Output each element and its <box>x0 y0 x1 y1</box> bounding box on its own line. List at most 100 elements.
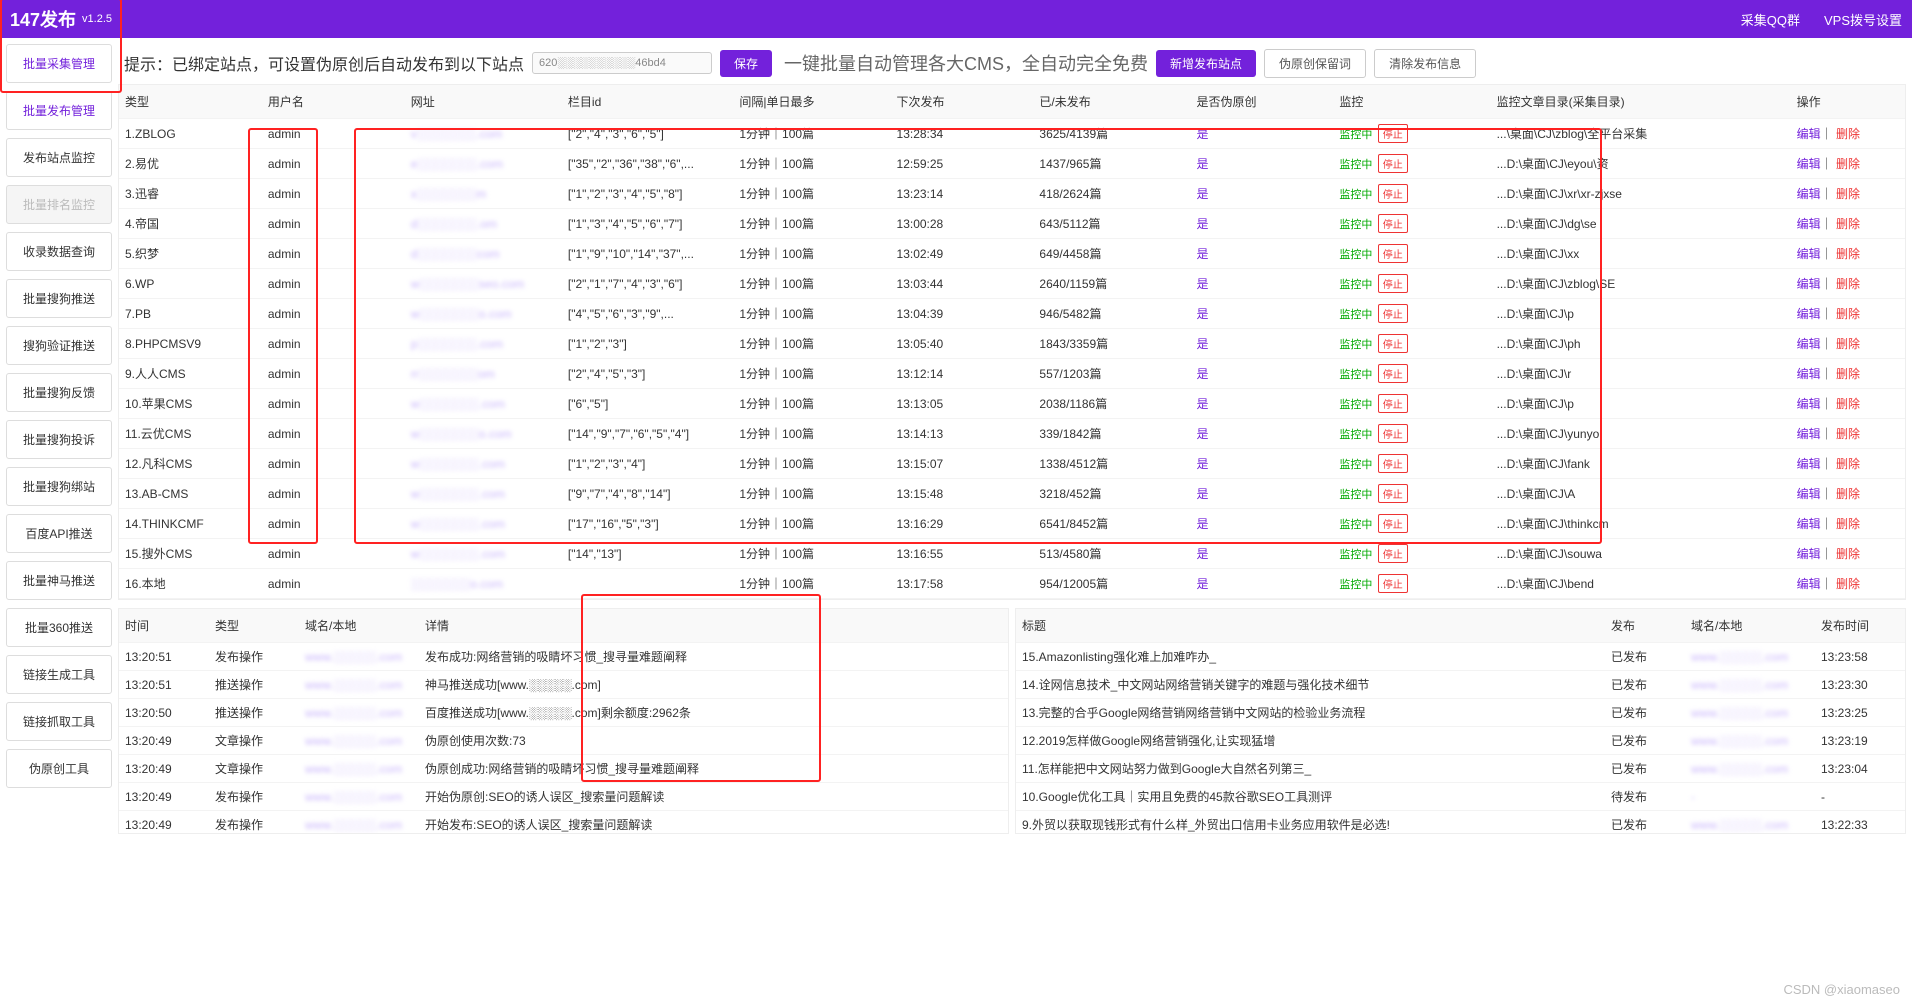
stop-button[interactable]: 停止 <box>1378 274 1408 293</box>
stop-button[interactable]: 停止 <box>1378 544 1408 563</box>
stop-button[interactable]: 停止 <box>1378 364 1408 383</box>
add-site-button[interactable]: 新增发布站点 <box>1156 50 1256 77</box>
sidebar-item-10[interactable]: 百度API推送 <box>6 514 112 553</box>
col-header: 间隔|单日最多 <box>733 85 890 119</box>
edit-link[interactable]: 编辑 <box>1797 187 1821 201</box>
table-row: 6.WPadminw░░░░░░░seo.com["2","1","7","4"… <box>119 269 1905 299</box>
edit-link[interactable]: 编辑 <box>1797 217 1821 231</box>
edit-link[interactable]: 编辑 <box>1797 157 1821 171</box>
sidebar-item-12[interactable]: 批量360推送 <box>6 608 112 647</box>
watermark: CSDN @xiaomaseo <box>1783 982 1900 997</box>
list-item: 13:20:51推送操作www.░░░░░.com神马推送成功[www.░░░░… <box>119 671 1008 699</box>
sidebar-item-14[interactable]: 链接抓取工具 <box>6 702 112 741</box>
delete-link[interactable]: 删除 <box>1836 127 1860 141</box>
table-row: 14.THINKCMFadminw░░░░░░░.com["17","16","… <box>119 509 1905 539</box>
site-table: 类型用户名网址栏目id间隔|单日最多下次发布已/未发布是否伪原创监控监控文章目录… <box>118 84 1906 600</box>
sidebar-item-9[interactable]: 批量搜狗绑站 <box>6 467 112 506</box>
link-qq-group[interactable]: 采集QQ群 <box>1741 10 1800 29</box>
sidebar-item-5[interactable]: 批量搜狗推送 <box>6 279 112 318</box>
log-right: 标题发布域名/本地发布时间 15.Amazonlisting强化难上加难咋办_已… <box>1015 608 1906 834</box>
delete-link[interactable]: 删除 <box>1836 547 1860 561</box>
edit-link[interactable]: 编辑 <box>1797 487 1821 501</box>
list-item: 11.怎样能把中文网站努力做到Google大自然名列第三_已发布www.░░░░… <box>1016 755 1905 783</box>
delete-link[interactable]: 删除 <box>1836 247 1860 261</box>
sidebar-item-0[interactable]: 批量采集管理 <box>6 44 112 83</box>
edit-link[interactable]: 编辑 <box>1797 127 1821 141</box>
sidebar-item-11[interactable]: 批量神马推送 <box>6 561 112 600</box>
list-item: 13:20:49发布操作www.░░░░░.com开始发布:SEO的诱人误区_搜… <box>119 811 1008 834</box>
edit-link[interactable]: 编辑 <box>1797 337 1821 351</box>
stop-button[interactable]: 停止 <box>1378 574 1408 593</box>
edit-link[interactable]: 编辑 <box>1797 427 1821 441</box>
stop-button[interactable]: 停止 <box>1378 394 1408 413</box>
delete-link[interactable]: 删除 <box>1836 457 1860 471</box>
col-header: 栏目id <box>562 85 733 119</box>
list-item: 15.Amazonlisting强化难上加难咋办_已发布www.░░░░░.co… <box>1016 643 1905 671</box>
stop-button[interactable]: 停止 <box>1378 214 1408 233</box>
edit-link[interactable]: 编辑 <box>1797 247 1821 261</box>
stop-button[interactable]: 停止 <box>1378 184 1408 203</box>
token-input[interactable] <box>532 52 712 74</box>
sidebar-item-3[interactable]: 批量排名监控 <box>6 185 112 224</box>
stop-button[interactable]: 停止 <box>1378 424 1408 443</box>
link-vps-dial[interactable]: VPS拨号设置 <box>1824 10 1902 29</box>
sidebar-item-8[interactable]: 批量搜狗投诉 <box>6 420 112 459</box>
stop-button[interactable]: 停止 <box>1378 244 1408 263</box>
delete-link[interactable]: 删除 <box>1836 367 1860 381</box>
delete-link[interactable]: 删除 <box>1836 427 1860 441</box>
stop-button[interactable]: 停止 <box>1378 334 1408 353</box>
col-header: 操作 <box>1791 85 1905 119</box>
sidebar-item-6[interactable]: 搜狗验证推送 <box>6 326 112 365</box>
app-logo: 147发布 <box>10 6 76 32</box>
slogan: 一键批量自动管理各大CMS，全自动完全免费 <box>784 50 1148 76</box>
tipbar: 提示：已绑定站点，可设置伪原创后自动发布到以下站点 /* value set b… <box>118 42 1906 84</box>
stop-button[interactable]: 停止 <box>1378 514 1408 533</box>
keep-word-button[interactable]: 伪原创保留词 <box>1264 49 1366 78</box>
edit-link[interactable]: 编辑 <box>1797 547 1821 561</box>
delete-link[interactable]: 删除 <box>1836 157 1860 171</box>
edit-link[interactable]: 编辑 <box>1797 277 1821 291</box>
edit-link[interactable]: 编辑 <box>1797 307 1821 321</box>
table-row: 2.易优admine░░░░░░░.com["35","2","36","38"… <box>119 149 1905 179</box>
sidebar-item-7[interactable]: 批量搜狗反馈 <box>6 373 112 412</box>
delete-link[interactable]: 删除 <box>1836 277 1860 291</box>
table-row: 16.本地admin░░░░░░░o.com1分钟｜100篇13:17:5895… <box>119 569 1905 599</box>
list-item: 13:20:49文章操作www.░░░░░.com伪原创成功:网络营销的吸睛坏习… <box>119 755 1008 783</box>
sidebar-item-2[interactable]: 发布站点监控 <box>6 138 112 177</box>
table-row: 12.凡科CMSadminw░░░░░░░.com["1","2","3","4… <box>119 449 1905 479</box>
save-button[interactable]: 保存 <box>720 50 772 77</box>
delete-link[interactable]: 删除 <box>1836 337 1860 351</box>
stop-button[interactable]: 停止 <box>1378 154 1408 173</box>
sidebar-item-13[interactable]: 链接生成工具 <box>6 655 112 694</box>
edit-link[interactable]: 编辑 <box>1797 457 1821 471</box>
tip-text: 提示：已绑定站点，可设置伪原创后自动发布到以下站点 <box>124 51 524 75</box>
delete-link[interactable]: 删除 <box>1836 517 1860 531</box>
clear-info-button[interactable]: 清除发布信息 <box>1374 49 1476 78</box>
sidebar-item-1[interactable]: 批量发布管理 <box>6 91 112 130</box>
delete-link[interactable]: 删除 <box>1836 487 1860 501</box>
edit-link[interactable]: 编辑 <box>1797 367 1821 381</box>
list-item: 13:20:49发布操作www.░░░░░.com开始伪原创:SEO的诱人误区_… <box>119 783 1008 811</box>
delete-link[interactable]: 删除 <box>1836 307 1860 321</box>
stop-button[interactable]: 停止 <box>1378 484 1408 503</box>
col-header: 下次发布 <box>891 85 1034 119</box>
delete-link[interactable]: 删除 <box>1836 577 1860 591</box>
edit-link[interactable]: 编辑 <box>1797 577 1821 591</box>
sidebar-item-4[interactable]: 收录数据查询 <box>6 232 112 271</box>
table-row: 1.ZBLOGadminv░░░░░░░.com["2","4","3","6"… <box>119 119 1905 149</box>
delete-link[interactable]: 删除 <box>1836 187 1860 201</box>
stop-button[interactable]: 停止 <box>1378 304 1408 323</box>
main-panel: 提示：已绑定站点，可设置伪原创后自动发布到以下站点 /* value set b… <box>118 38 1912 834</box>
stop-button[interactable]: 停止 <box>1378 124 1408 143</box>
col-header: 用户名 <box>262 85 405 119</box>
edit-link[interactable]: 编辑 <box>1797 517 1821 531</box>
delete-link[interactable]: 删除 <box>1836 217 1860 231</box>
edit-link[interactable]: 编辑 <box>1797 397 1821 411</box>
list-item: 13:20:49文章操作www.░░░░░.com伪原创使用次数:73 <box>119 727 1008 755</box>
sidebar-item-15[interactable]: 伪原创工具 <box>6 749 112 788</box>
list-item: 13.完整的合乎Google网络营销网络营销中文网站的检验业务流程已发布www.… <box>1016 699 1905 727</box>
delete-link[interactable]: 删除 <box>1836 397 1860 411</box>
sidebar: 批量采集管理批量发布管理发布站点监控批量排名监控收录数据查询批量搜狗推送搜狗验证… <box>0 38 118 834</box>
table-row: 10.苹果CMSadminw░░░░░░░.com["6","5"]1分钟｜10… <box>119 389 1905 419</box>
stop-button[interactable]: 停止 <box>1378 454 1408 473</box>
